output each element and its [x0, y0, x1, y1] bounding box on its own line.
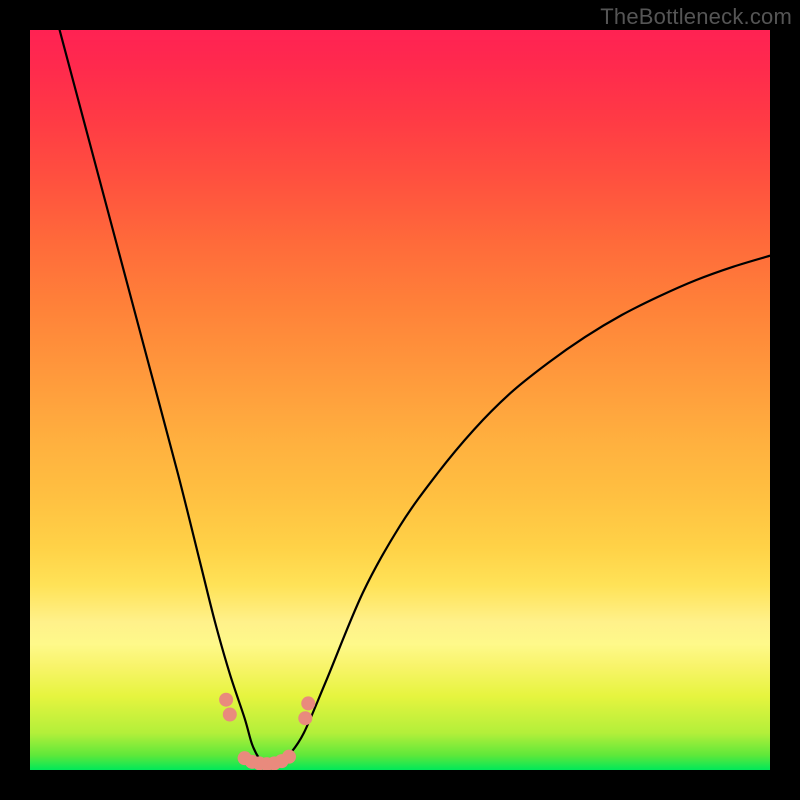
valley-marker — [223, 708, 237, 722]
chart-frame: TheBottleneck.com — [0, 0, 800, 800]
curve-layer — [30, 30, 770, 770]
bottleneck-curve — [60, 30, 770, 767]
valley-marker — [219, 693, 233, 707]
plot-area — [30, 30, 770, 770]
valley-marker — [282, 750, 296, 764]
valley-marker — [298, 711, 312, 725]
valley-markers — [219, 693, 315, 770]
valley-marker — [301, 696, 315, 710]
watermark-text: TheBottleneck.com — [600, 4, 792, 30]
